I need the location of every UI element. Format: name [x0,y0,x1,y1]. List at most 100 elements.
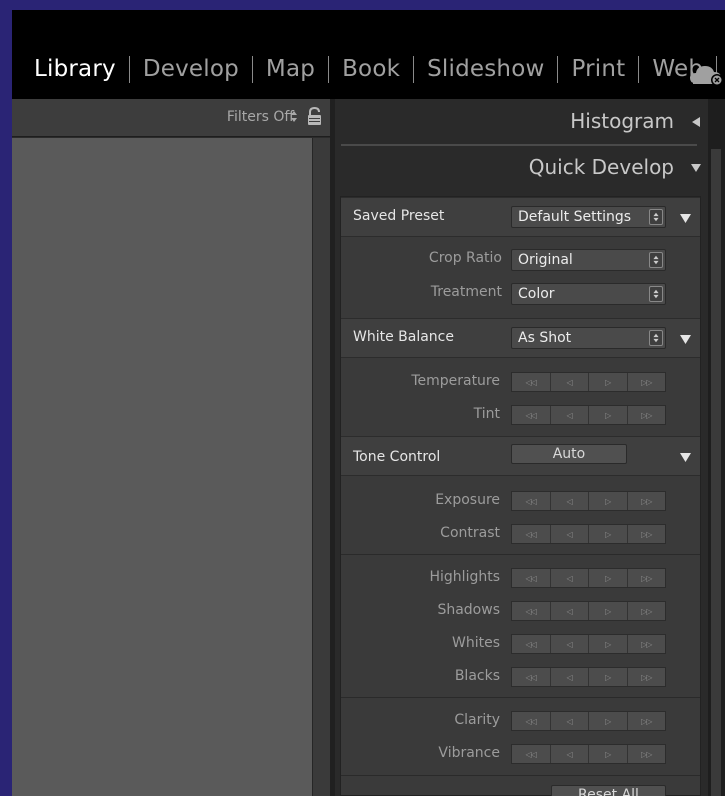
increase-button[interactable]: ▷ [589,373,628,391]
large-increase-button[interactable]: ▷▷ [628,492,666,510]
large-decrease-button[interactable]: ◁◁ [512,635,551,653]
vibrance-label: Vibrance [438,745,500,761]
large-increase-button[interactable]: ▷▷ [628,525,666,543]
increase-button[interactable]: ▷ [589,569,628,587]
scrollbar-thumb[interactable] [711,149,721,796]
crop-ratio-label: Crop Ratio [428,250,502,266]
blacks-stepper[interactable]: ◁◁ ◁ ▷ ▷▷ [511,667,666,687]
large-decrease-button[interactable]: ◁◁ [512,525,551,543]
decrease-button[interactable]: ◁ [551,373,589,391]
large-increase-button[interactable]: ▷▷ [628,668,666,686]
increase-button[interactable]: ▷ [589,406,628,424]
grid-view[interactable] [12,138,312,796]
temperature-stepper[interactable]: ◁◁ ◁ ▷ ▷▷ [511,372,666,392]
shadows-stepper[interactable]: ◁◁ ◁ ▷ ▷▷ [511,601,666,621]
module-list: Library Develop Map Book Slideshow Print… [34,51,725,87]
expand-down-triangle-icon[interactable] [679,212,692,224]
right-panel-scrollbar[interactable] [708,99,725,796]
treatment-label: Treatment [430,284,502,300]
exposure-stepper[interactable]: ◁◁ ◁ ▷ ▷▷ [511,491,666,511]
large-increase-button[interactable]: ▷▷ [628,569,666,587]
large-increase-button[interactable]: ▷▷ [628,406,666,424]
increase-button[interactable]: ▷ [589,745,628,763]
large-decrease-button[interactable]: ◁◁ [512,712,551,730]
decrease-button[interactable]: ◁ [551,602,589,620]
saved-preset-select[interactable]: Default Settings [511,206,666,228]
decrease-button[interactable]: ◁ [551,492,589,510]
divider [341,554,700,555]
white-balance-section: White Balance As Shot [341,318,700,358]
updown-arrows-icon [649,252,663,268]
decrease-button[interactable]: ◁ [551,668,589,686]
increase-button[interactable]: ▷ [589,525,628,543]
contrast-stepper[interactable]: ◁◁ ◁ ▷ ▷▷ [511,524,666,544]
histogram-header[interactable]: Histogram [335,99,708,143]
increase-button[interactable]: ▷ [589,668,628,686]
decrease-button[interactable]: ◁ [551,569,589,587]
contrast-label: Contrast [440,525,500,541]
large-increase-button[interactable]: ▷▷ [628,373,666,391]
tint-stepper[interactable]: ◁◁ ◁ ▷ ▷▷ [511,405,666,425]
module-map[interactable]: Map [266,51,315,87]
expand-down-triangle-icon[interactable] [679,333,692,345]
decrease-button[interactable]: ◁ [551,525,589,543]
module-book[interactable]: Book [342,51,400,87]
quick-develop-panel: Saved Preset Default Settings Crop Ratio… [340,196,701,796]
crop-ratio-value: Original [518,252,573,268]
module-separator [251,55,253,83]
increase-button[interactable]: ▷ [589,712,628,730]
library-filter-bar: Filters Off [12,99,330,137]
whites-stepper[interactable]: ◁◁ ◁ ▷ ▷▷ [511,634,666,654]
module-develop[interactable]: Develop [143,51,239,87]
clarity-stepper[interactable]: ◁◁ ◁ ▷ ▷▷ [511,711,666,731]
filters-dropdown[interactable]: Filters Off [227,109,294,125]
decrease-button[interactable]: ◁ [551,712,589,730]
decrease-button[interactable]: ◁ [551,635,589,653]
saved-preset-label: Saved Preset [353,208,445,224]
module-picker-bar: Library Develop Map Book Slideshow Print… [12,10,725,99]
module-print[interactable]: Print [571,51,625,87]
tone-control-section: Tone Control Auto [341,436,700,476]
right-panel: Histogram Quick Develop Saved Preset Def… [335,99,725,796]
white-balance-value: As Shot [518,330,572,346]
large-increase-button[interactable]: ▷▷ [628,635,666,653]
large-decrease-button[interactable]: ◁◁ [512,492,551,510]
expand-down-triangle-icon[interactable] [690,162,702,174]
treatment-select[interactable]: Color [511,283,666,305]
collapse-left-triangle-icon[interactable] [690,116,702,128]
reset-all-button[interactable]: Reset All [551,785,666,796]
large-decrease-button[interactable]: ◁◁ [512,373,551,391]
large-increase-button[interactable]: ▷▷ [628,712,666,730]
large-decrease-button[interactable]: ◁◁ [512,745,551,763]
increase-button[interactable]: ▷ [589,635,628,653]
module-library[interactable]: Library [34,51,116,87]
large-decrease-button[interactable]: ◁◁ [512,569,551,587]
lock-icon[interactable] [306,106,323,127]
large-decrease-button[interactable]: ◁◁ [512,668,551,686]
module-slideshow[interactable]: Slideshow [427,51,544,87]
decrease-button[interactable]: ◁ [551,406,589,424]
large-increase-button[interactable]: ▷▷ [628,745,666,763]
updown-arrows-icon[interactable] [290,107,298,127]
auto-tone-button[interactable]: Auto [511,444,627,464]
module-separator [557,55,559,83]
module-separator [328,55,330,83]
grid-scrollbar[interactable] [312,138,330,796]
vibrance-stepper[interactable]: ◁◁ ◁ ▷ ▷▷ [511,744,666,764]
updown-arrows-icon [649,209,663,225]
increase-button[interactable]: ▷ [589,602,628,620]
cloud-sync-icon[interactable] [689,63,725,87]
crop-ratio-select[interactable]: Original [511,249,666,271]
temperature-label: Temperature [411,373,500,389]
tone-control-label: Tone Control [353,449,441,465]
increase-button[interactable]: ▷ [589,492,628,510]
large-increase-button[interactable]: ▷▷ [628,602,666,620]
exposure-label: Exposure [435,492,500,508]
expand-down-triangle-icon[interactable] [679,451,692,463]
large-decrease-button[interactable]: ◁◁ [512,602,551,620]
decrease-button[interactable]: ◁ [551,745,589,763]
white-balance-select[interactable]: As Shot [511,327,666,349]
large-decrease-button[interactable]: ◁◁ [512,406,551,424]
quick-develop-header[interactable]: Quick Develop [335,145,708,189]
highlights-stepper[interactable]: ◁◁ ◁ ▷ ▷▷ [511,568,666,588]
